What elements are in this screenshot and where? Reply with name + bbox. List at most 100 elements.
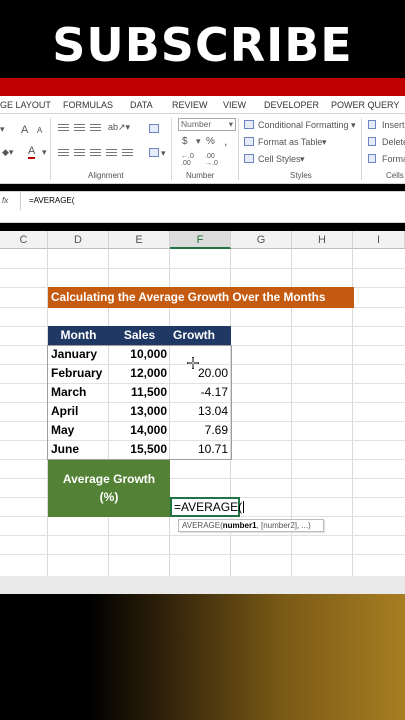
editing-formula: =AVERAGE( xyxy=(174,500,243,514)
tab-view[interactable]: VIEW xyxy=(223,100,246,110)
decrease-indent-icon[interactable] xyxy=(106,149,117,157)
increase-decimal-icon[interactable]: ←.0.00 xyxy=(181,153,194,167)
number-format-value: Number xyxy=(181,119,212,129)
table-row-growth[interactable]: 7.69 xyxy=(170,421,228,440)
format-as-table-button[interactable]: Format as Table xyxy=(258,137,322,147)
delete-button[interactable]: Delete xyxy=(382,137,405,147)
align-left-icon[interactable] xyxy=(58,149,69,157)
table-row-month[interactable]: January xyxy=(51,345,97,364)
table-row-growth[interactable]: 13.04 xyxy=(170,402,228,421)
delete-icon[interactable] xyxy=(368,137,376,146)
table-row-sales[interactable]: 12,000 xyxy=(109,364,167,383)
align-top-icon[interactable] xyxy=(58,124,69,132)
cell-styles-icon[interactable] xyxy=(244,154,254,163)
cell-styles-button[interactable]: Cell Styles xyxy=(258,154,301,164)
table-row-growth[interactable]: -4.17 xyxy=(170,383,228,402)
table-row-sales[interactable]: 10,000 xyxy=(109,345,167,364)
column-header-f[interactable]: F xyxy=(170,231,231,249)
font-color-dropdown-icon[interactable]: ▾ xyxy=(42,147,47,158)
average-growth-cell[interactable]: Average Growth (%) xyxy=(48,460,170,517)
cells-group-label: Cells xyxy=(386,171,404,180)
active-cell-editor[interactable]: =AVERAGE( xyxy=(170,497,245,517)
conditional-formatting-icon[interactable] xyxy=(244,120,254,129)
align-bottom-icon[interactable] xyxy=(90,124,101,132)
table-row-month[interactable]: May xyxy=(51,421,74,440)
table-row-month[interactable]: June xyxy=(51,440,79,459)
tooltip-remaining-args: , [number2], ...) xyxy=(256,521,311,530)
decrease-decimal-icon[interactable]: .00 →.0 xyxy=(205,153,218,167)
number-format-dropdown[interactable]: Number ▾ xyxy=(178,118,236,131)
orientation-icon[interactable]: ab↗▾ xyxy=(108,122,130,133)
sheet-title-banner[interactable]: Calculating the Average Growth Over the … xyxy=(48,287,354,308)
formula-input[interactable]: =AVERAGE( xyxy=(29,196,74,205)
banner-title: SUBSCRIBE xyxy=(52,18,353,72)
currency-dropdown-icon[interactable]: ▾ xyxy=(196,136,201,147)
worksheet-grid[interactable]: C D E F G H I Calculating the Average Gr… xyxy=(0,231,405,576)
cf-dropdown-icon[interactable]: ▾ xyxy=(351,120,356,131)
table-row-sales[interactable]: 11,500 xyxy=(109,383,167,402)
currency-button[interactable]: $ xyxy=(182,136,188,147)
format-as-table-icon[interactable] xyxy=(244,137,254,146)
fat-dropdown-icon[interactable]: ▾ xyxy=(322,137,327,148)
header-growth[interactable]: Growth xyxy=(170,326,231,345)
header-month[interactable]: Month xyxy=(48,326,109,345)
tab-review[interactable]: REVIEW xyxy=(172,100,208,110)
column-header-g[interactable]: G xyxy=(231,231,292,249)
font-color-button[interactable]: A xyxy=(28,146,36,159)
tooltip-function: AVERAGE( xyxy=(182,521,223,530)
styles-group-label: Styles xyxy=(290,171,312,180)
table-row-month[interactable]: April xyxy=(51,402,78,421)
wrap-text-icon[interactable] xyxy=(149,124,159,133)
fx-icon[interactable]: fx xyxy=(2,196,8,205)
table-row-sales[interactable]: 15,500 xyxy=(109,440,167,459)
shrink-font-button[interactable]: A xyxy=(37,126,42,135)
alignment-group-label: Alignment xyxy=(88,171,124,180)
column-header-d[interactable]: D xyxy=(48,231,109,249)
table-row-month[interactable]: February xyxy=(51,364,102,383)
fill-color-icon[interactable]: ◆▾ xyxy=(2,147,13,158)
tab-power-query[interactable]: POWER QUERY xyxy=(331,100,399,110)
grow-font-button[interactable]: A xyxy=(21,124,28,136)
align-right-icon[interactable] xyxy=(90,149,101,157)
table-row-growth[interactable]: 10.71 xyxy=(170,440,228,459)
table-row-month[interactable]: March xyxy=(51,383,86,402)
tab-developer[interactable]: DEVELOPER xyxy=(264,100,319,110)
merge-center-icon[interactable] xyxy=(149,148,159,157)
comma-button[interactable]: , xyxy=(224,134,227,148)
merge-dropdown-icon[interactable]: ▾ xyxy=(161,148,166,159)
conditional-formatting-button[interactable]: Conditional Formatting xyxy=(258,120,349,130)
increase-indent-icon[interactable] xyxy=(122,149,133,157)
sheet-title: Calculating the Average Growth Over the … xyxy=(51,290,326,304)
table-row-sales[interactable]: 14,000 xyxy=(109,421,167,440)
dropdown-arrow-icon[interactable]: ▾ xyxy=(0,124,5,135)
table-row-growth[interactable] xyxy=(170,345,228,364)
tooltip-arg-number1[interactable]: number1 xyxy=(223,521,257,530)
cross-cursor-icon xyxy=(187,357,199,369)
chevron-down-icon: ▾ xyxy=(228,119,233,129)
column-header-i[interactable]: I xyxy=(353,231,405,249)
subscribe-banner: SUBSCRIBE xyxy=(0,0,405,78)
align-middle-icon[interactable] xyxy=(74,124,85,132)
header-sales[interactable]: Sales xyxy=(109,326,170,345)
tab-page-layout[interactable]: GE LAYOUT xyxy=(0,100,51,110)
column-header-h[interactable]: H xyxy=(292,231,353,249)
format-button[interactable]: Format xyxy=(382,154,405,164)
format-icon[interactable] xyxy=(368,154,376,163)
insert-icon[interactable] xyxy=(368,120,376,129)
table-row-sales[interactable]: 13,000 xyxy=(109,402,167,421)
tab-data[interactable]: DATA xyxy=(130,100,153,110)
insert-button[interactable]: Insert xyxy=(382,120,405,130)
percent-button[interactable]: % xyxy=(206,136,215,147)
cell-styles-dropdown-icon[interactable]: ▾ xyxy=(300,154,305,165)
status-strip xyxy=(0,576,405,594)
tab-formulas[interactable]: FORMULAS xyxy=(63,100,113,110)
function-tooltip[interactable]: AVERAGE(number1, [number2], ...) xyxy=(178,519,324,532)
column-header-e[interactable]: E xyxy=(109,231,170,249)
text-caret xyxy=(243,501,245,513)
ribbon-tabs: GE LAYOUT FORMULAS DATA REVIEW VIEW DEVE… xyxy=(0,96,405,114)
number-group-label: Number xyxy=(186,171,215,180)
table-row-growth[interactable]: 20.00 xyxy=(170,364,228,383)
column-header-c[interactable]: C xyxy=(0,231,48,249)
red-strip xyxy=(0,78,405,96)
align-center-icon[interactable] xyxy=(74,149,85,157)
